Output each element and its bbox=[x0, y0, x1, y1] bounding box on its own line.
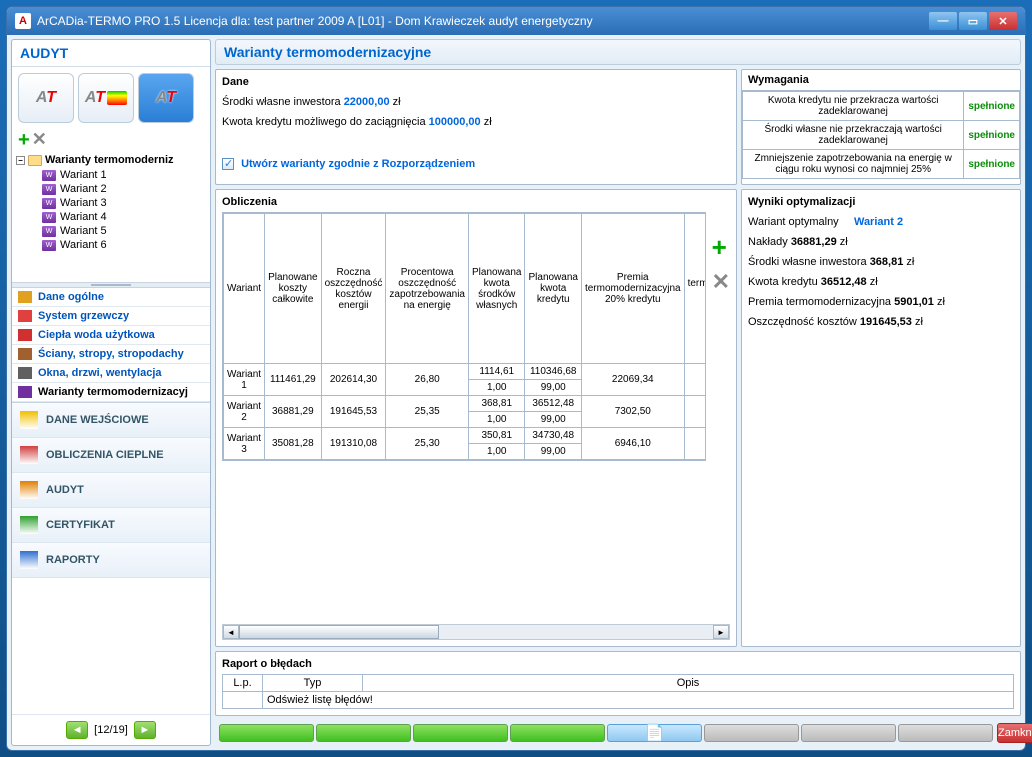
close-window-button[interactable]: ✕ bbox=[989, 12, 1017, 30]
hscrollbar[interactable]: ◄► bbox=[222, 624, 730, 640]
minimize-button[interactable]: — bbox=[929, 12, 957, 30]
progress-doc-icon[interactable]: 📄 bbox=[607, 724, 702, 742]
add-button[interactable]: + bbox=[18, 129, 30, 152]
nav-button-4[interactable]: RAPORTY bbox=[12, 543, 210, 578]
calc-row[interactable]: Wariant 1111461,29202614,3026,801114,611… bbox=[224, 364, 706, 380]
app-icon: A bbox=[15, 13, 31, 29]
mode-button-3[interactable] bbox=[138, 73, 194, 123]
dane-panel: Dane Środki własne inwestora 22000,00 zł… bbox=[215, 69, 737, 185]
credit-amount-value[interactable]: 100000,00 bbox=[429, 116, 481, 128]
close-button[interactable]: Zamknij bbox=[997, 723, 1032, 743]
nav-button-0[interactable]: DANE WEJŚCIOWE bbox=[12, 403, 210, 438]
calc-row[interactable]: Wariant 236881,29191645,5325,35368,81365… bbox=[224, 396, 706, 412]
calculations-table[interactable]: WariantPlanowane koszty całkowiteRoczna … bbox=[222, 212, 706, 461]
tree-item-3[interactable]: WWariant 3 bbox=[42, 196, 206, 210]
page-prev-button[interactable]: ◄ bbox=[66, 721, 88, 739]
titlebar: A ArCADia-TERMO PRO 1.5 Licencja dla: te… bbox=[7, 7, 1025, 35]
optimal-variant-link[interactable]: Wariant 2 bbox=[854, 216, 903, 228]
create-variants-link[interactable]: Utwórz warianty zgodnie z Rozporządzenie… bbox=[241, 158, 475, 170]
category-item-2[interactable]: Ciepła woda użytkowa bbox=[12, 326, 210, 345]
tree-item-1[interactable]: WWariant 1 bbox=[42, 168, 206, 182]
mode-button-2[interactable] bbox=[78, 73, 134, 123]
calc-row[interactable]: Wariant 335081,28191310,0825,30350,81347… bbox=[224, 428, 706, 444]
progress-bar[interactable]: 📄 bbox=[219, 724, 993, 742]
category-item-3[interactable]: Ściany, stropy, stropodachy bbox=[12, 345, 210, 364]
tree-item-2[interactable]: WWariant 2 bbox=[42, 182, 206, 196]
category-item-0[interactable]: Dane ogólne bbox=[12, 288, 210, 307]
error-report-panel: Raport o błędach L.p.TypOpis Odśwież lis… bbox=[215, 651, 1021, 716]
sidebar-title: AUDYT bbox=[12, 40, 210, 67]
nav-button-2[interactable]: AUDYT bbox=[12, 473, 210, 508]
create-variants-checkbox[interactable] bbox=[222, 158, 234, 170]
page-title: Warianty termomodernizacyjne bbox=[215, 39, 1021, 65]
category-item-5[interactable]: Warianty termomodernizacyj bbox=[12, 383, 210, 402]
nav-button-1[interactable]: OBLICZENIA CIEPLNE bbox=[12, 438, 210, 473]
page-indicator: [12/19] bbox=[94, 724, 128, 736]
own-funds-value[interactable]: 22000,00 bbox=[344, 96, 390, 108]
tree-item-6[interactable]: WWariant 6 bbox=[42, 238, 206, 252]
maximize-button[interactable]: ▭ bbox=[959, 12, 987, 30]
variant-tree[interactable]: −Warianty termomoderniz WWariant 1WWaria… bbox=[12, 152, 210, 282]
category-item-4[interactable]: Okna, drzwi, wentylacja bbox=[12, 364, 210, 383]
results-panel: Wyniki optymalizacji Wariant optymalny W… bbox=[741, 189, 1021, 647]
tree-item-4[interactable]: WWariant 4 bbox=[42, 210, 206, 224]
requirements-panel: Wymagania Kwota kredytu nie przekracza w… bbox=[741, 69, 1021, 185]
remove-variant-button[interactable]: ✕ bbox=[712, 269, 730, 295]
page-next-button[interactable]: ► bbox=[134, 721, 156, 739]
window-title: ArCADia-TERMO PRO 1.5 Licencja dla: test… bbox=[37, 14, 593, 28]
category-item-1[interactable]: System grzewczy bbox=[12, 307, 210, 326]
nav-button-3[interactable]: CERTYFIKAT bbox=[12, 508, 210, 543]
tree-item-5[interactable]: WWariant 5 bbox=[42, 224, 206, 238]
mode-button-1[interactable] bbox=[18, 73, 74, 123]
add-variant-button[interactable]: + bbox=[712, 232, 730, 263]
error-message: Odśwież listę błędów! bbox=[263, 692, 1014, 709]
remove-button[interactable]: ✕ bbox=[32, 129, 47, 152]
